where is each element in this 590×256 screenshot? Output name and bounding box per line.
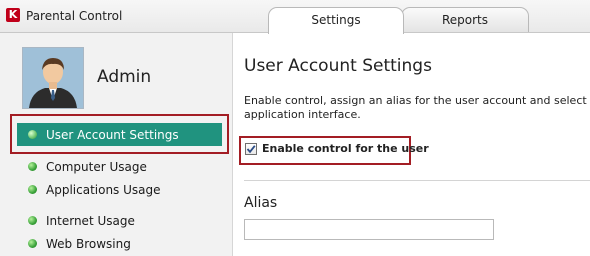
page-title: User Account Settings: [244, 56, 432, 76]
sidebar-item-label: Web Browsing: [46, 237, 131, 251]
description-line: application interface.: [244, 108, 361, 121]
sidebar-item-label: Internet Usage: [46, 214, 135, 228]
tab-settings[interactable]: Settings: [268, 7, 404, 34]
status-dot-icon: [28, 185, 37, 194]
section-divider: [244, 180, 590, 181]
alias-label: Alias: [244, 195, 278, 211]
avatar: [22, 47, 84, 109]
status-dot-icon: [28, 130, 37, 139]
page-description: Enable control, assign an alias for the …: [244, 94, 590, 122]
status-dot-icon: [28, 162, 37, 171]
status-dot-icon: [28, 239, 37, 248]
checkmark-icon: [246, 145, 256, 154]
alias-input[interactable]: [244, 219, 494, 240]
sidebar-item-label: User Account Settings: [46, 128, 179, 142]
status-dot-icon: [28, 216, 37, 225]
tab-reports[interactable]: Reports: [401, 7, 529, 33]
app-logo-icon: K: [6, 8, 20, 22]
description-line: Enable control, assign an alias for the …: [244, 94, 590, 107]
sidebar-item-label: Applications Usage: [46, 183, 161, 197]
enable-control-label[interactable]: Enable control for the user: [262, 142, 429, 155]
window-title: Parental Control: [26, 9, 123, 23]
user-avatar-icon: [23, 48, 83, 108]
user-name: Admin: [97, 67, 152, 87]
enable-control-checkbox[interactable]: [245, 143, 257, 155]
sidebar-item-label: Computer Usage: [46, 160, 147, 174]
